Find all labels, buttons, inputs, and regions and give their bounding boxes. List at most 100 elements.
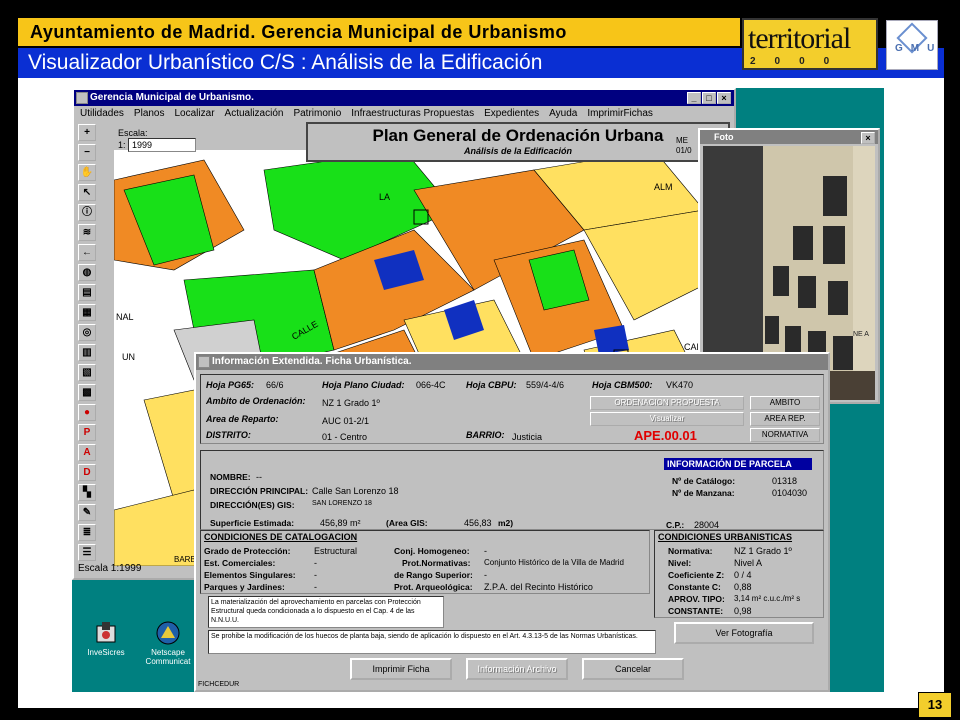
header-title: Ayuntamiento de Madrid. Gerencia Municip… xyxy=(30,22,567,42)
direccion-gis-label: DIRECCIÓN(ES) GIS: xyxy=(210,500,295,510)
maximize-button[interactable]: □ xyxy=(702,92,716,104)
nivel-label: Nivel: xyxy=(668,558,692,568)
protnorm-label: Prot.Normativas: xyxy=(402,558,471,568)
desktop-icon-invesicres[interactable]: InveSicres xyxy=(76,620,136,657)
direccion-label: DIRECCIÓN PRINCIPAL: xyxy=(210,486,309,496)
close-button[interactable]: × xyxy=(717,92,731,104)
menu-infraestructuras[interactable]: Infraestructuras Propuestas xyxy=(351,106,474,122)
constante-label: CONSTANTE: xyxy=(668,606,724,616)
desktop-icon-netscape[interactable]: Netscape Communicat xyxy=(138,620,198,666)
minimize-button[interactable]: _ xyxy=(687,92,701,104)
superficie-label: Superficie Estimada: xyxy=(210,518,295,528)
map-icon[interactable]: ▦ xyxy=(78,304,96,321)
info-icon[interactable]: ⓘ xyxy=(78,204,96,221)
visualizar-button[interactable]: Visualizar xyxy=(590,412,744,426)
menu-actualizacion[interactable]: Actualización xyxy=(225,106,284,122)
barrio-value: Justicia xyxy=(512,432,543,442)
plan-title: Plan General de Ordenación Urbana xyxy=(372,126,664,145)
apple-icon[interactable]: ● xyxy=(78,404,96,421)
imprimir-ficha-button[interactable]: Imprimir Ficha xyxy=(350,658,452,680)
logo-digits: 2000 xyxy=(750,56,849,67)
svg-text:NE A: NE A xyxy=(853,331,869,338)
menu-localizar[interactable]: Localizar xyxy=(175,106,215,122)
select-arrow-icon[interactable]: ↖ xyxy=(78,184,96,201)
corner-text: ME xyxy=(676,136,688,145)
area-reparto-label: Area de Reparto: xyxy=(206,414,279,424)
catalogo-label: Nº de Catálogo: xyxy=(672,476,736,486)
parques-value: - xyxy=(314,582,317,592)
territorial-logo: territorial 2000 xyxy=(742,18,878,70)
plan-subtitle: Análisis de la Edificación xyxy=(463,146,573,156)
zoom-in-icon[interactable]: + xyxy=(78,124,96,141)
p-tool-button[interactable]: P xyxy=(78,424,96,441)
area-rep-button[interactable]: AREA REP. xyxy=(750,412,820,426)
foto-titlebar[interactable]: Foto × xyxy=(700,130,878,144)
normativa-value: NZ 1 Grado 1º xyxy=(734,546,792,556)
barrio-label: BARRIO: xyxy=(466,430,505,440)
informacion-archivo-button[interactable]: Información Archivo xyxy=(466,658,568,680)
grid-icon[interactable]: ▥ xyxy=(78,344,96,361)
menu-ayuda[interactable]: Ayuda xyxy=(549,106,577,122)
note-proteccion[interactable]: La materialización del aprovechamiento e… xyxy=(208,596,444,628)
d-tool-button[interactable]: D xyxy=(78,464,96,481)
cp-label: C.P.: xyxy=(666,520,685,530)
menu-utilidades[interactable]: Utilidades xyxy=(80,106,124,122)
edit-icon[interactable]: ✎ xyxy=(78,504,96,521)
main-window-titlebar[interactable]: Gerencia Municipal de Urbanismo. _ □ × xyxy=(74,90,734,106)
ordenacion-propuesta-button[interactable]: ORDENACION PROPUESTA xyxy=(590,396,744,410)
normativa-label: Normativa: xyxy=(668,546,713,556)
direccion-value: Calle San Lorenzo 18 xyxy=(312,486,399,496)
note-huecos[interactable]: Se prohibe la modificación de los huecos… xyxy=(208,630,656,654)
desktop-icon-label: Netscape xyxy=(151,648,185,657)
logo-text: territorial xyxy=(748,22,851,55)
hoja-plano-label: Hoja Plano Ciudad: xyxy=(322,380,405,390)
menu-expedientes[interactable]: Expedientes xyxy=(484,106,539,122)
menu-imprimirfichas[interactable]: ImprimirFichas xyxy=(587,106,653,122)
normativa-button[interactable]: NORMATIVA xyxy=(750,428,820,442)
layers-icon[interactable]: ≋ xyxy=(78,224,96,241)
main-window-title: Gerencia Municipal de Urbanismo. xyxy=(90,92,254,103)
ficha-titlebar[interactable]: Información Extendida. Ficha Urbanística… xyxy=(196,354,828,370)
protarq-label: Prot. Arqueológica: xyxy=(394,582,473,592)
hoja-cbm-value: VK470 xyxy=(666,380,694,390)
list-icon[interactable]: ☰ xyxy=(78,544,96,561)
back-icon[interactable]: ← xyxy=(78,244,96,261)
distrito-label: DISTRITO: xyxy=(206,430,251,440)
aprov-value: 3,14 m² c.u.c./m² s xyxy=(734,594,801,603)
globe-icon[interactable]: ◍ xyxy=(78,264,96,281)
scale-input[interactable]: 1999 xyxy=(128,138,197,152)
aprov-label: APROV. TIPO: xyxy=(668,594,725,604)
hoja-pg65-label: Hoja PG65: xyxy=(206,380,255,390)
ficha-status: FICHCEDUR xyxy=(198,681,240,688)
ambito-button[interactable]: AMBITO xyxy=(750,396,820,410)
print-icon[interactable]: ▤ xyxy=(78,284,96,301)
ficha-app-icon xyxy=(198,356,210,368)
protnorm-value: Conjunto Histórico de la Villa de Madrid xyxy=(484,558,624,567)
gmu-logo: GMU xyxy=(886,20,938,70)
menu-planos[interactable]: Planos xyxy=(134,106,165,122)
hoja-cbpu-label: Hoja CBPU: xyxy=(466,380,517,390)
palette-icon[interactable]: ▚ xyxy=(78,484,96,501)
a-tool-button[interactable]: A xyxy=(78,444,96,461)
svg-text:ALM: ALM xyxy=(654,182,673,192)
ver-fotografia-button[interactable]: Ver Fotografía xyxy=(674,622,814,644)
rango-value: - xyxy=(484,570,487,580)
ambito-label: Ambito de Ordenación: xyxy=(206,396,306,406)
zoom-out-icon[interactable]: − xyxy=(78,144,96,161)
menu-patrimonio[interactable]: Patrimonio xyxy=(293,106,341,122)
header-bar: Ayuntamiento de Madrid. Gerencia Municip… xyxy=(18,18,740,48)
invesicres-icon xyxy=(93,620,119,646)
foto-close-button[interactable]: × xyxy=(861,132,875,144)
grado-label: Grado de Protección: xyxy=(204,546,291,556)
hoja-pg65-value: 66/6 xyxy=(266,380,284,390)
chart-icon[interactable]: ▩ xyxy=(78,384,96,401)
menu-bar: Utilidades Planos Localizar Actualizació… xyxy=(74,106,734,122)
svg-text:LA: LA xyxy=(379,192,390,202)
stack-icon[interactable]: ≣ xyxy=(78,524,96,541)
table-icon[interactable]: ▧ xyxy=(78,364,96,381)
locate-icon[interactable]: ◎ xyxy=(78,324,96,341)
scale-label: Escala: xyxy=(118,128,148,138)
cancelar-button[interactable]: Cancelar xyxy=(582,658,684,680)
ficha-window: Información Extendida. Ficha Urbanística… xyxy=(194,352,830,692)
pan-hand-icon[interactable]: ✋ xyxy=(78,164,96,181)
